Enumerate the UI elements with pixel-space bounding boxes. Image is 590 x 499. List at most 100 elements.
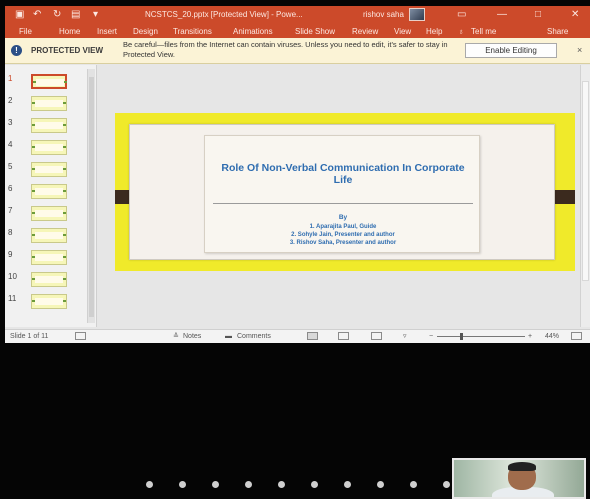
page-dot[interactable] <box>212 481 219 488</box>
ribbon-display-options-icon[interactable]: ▭ <box>457 9 466 20</box>
slide-thumbnail[interactable]: 2 <box>5 93 85 115</box>
slide-number: 11 <box>8 294 17 303</box>
slide-thumbnail-image[interactable] <box>31 96 67 111</box>
close-bar-icon[interactable]: × <box>577 45 582 55</box>
slide-thumbnail-image[interactable] <box>31 228 67 243</box>
thumbnail-card <box>35 298 63 305</box>
slide-thumbnail[interactable]: 6 <box>5 181 85 203</box>
undo-icon[interactable]: ↶ <box>33 10 41 20</box>
page-dot[interactable] <box>443 481 450 488</box>
tab-design[interactable]: Design <box>133 26 158 37</box>
presenter-hair <box>508 462 536 471</box>
enable-editing-button[interactable]: Enable Editing <box>465 43 557 58</box>
slide-thumbnail[interactable]: 9 <box>5 247 85 269</box>
save-icon[interactable]: ▣ <box>15 10 24 20</box>
maximize-icon[interactable]: □ <box>535 9 541 20</box>
page-dot[interactable] <box>146 481 153 488</box>
slideshow-view-icon[interactable]: ▿ <box>403 332 407 341</box>
slideshow-start-icon[interactable]: ▤ <box>71 10 80 20</box>
thumbnails-scroll-thumb[interactable] <box>89 77 94 317</box>
slide-number: 5 <box>8 162 13 171</box>
customize-toolbar-icon[interactable]: ▾ <box>93 10 98 20</box>
tab-home[interactable]: Home <box>59 26 80 37</box>
author-line[interactable]: 2. Sohyle Jain, Presenter and author <box>215 231 471 239</box>
page-dot[interactable] <box>179 481 186 488</box>
tab-transitions[interactable]: Transitions <box>173 26 212 37</box>
slide-title[interactable]: Role Of Non-Verbal Communication In Corp… <box>215 162 471 186</box>
slide-thumbnail-image[interactable] <box>31 250 67 265</box>
tab-help[interactable]: Help <box>426 26 442 37</box>
slide-thumbnail-image[interactable] <box>31 140 67 155</box>
reading-view-icon[interactable] <box>371 332 382 340</box>
tab-animations[interactable]: Animations <box>233 26 273 37</box>
notes-icon[interactable]: ≙ <box>173 332 179 341</box>
notes-button[interactable]: Notes <box>183 332 201 341</box>
minimize-icon[interactable]: — <box>497 9 507 20</box>
normal-view-icon[interactable] <box>307 332 318 340</box>
author-line[interactable]: 3. Rishov Saha, Presenter and author <box>215 239 471 247</box>
slide-thumbnail-image[interactable] <box>31 184 67 199</box>
thumbnail-card <box>35 166 63 173</box>
authors-heading[interactable]: By <box>215 214 471 222</box>
slide-thumbnail-image[interactable] <box>31 74 67 89</box>
comments-icon[interactable]: ▬ <box>225 332 232 341</box>
thumbnail-card <box>35 276 63 283</box>
slide-thumbnail[interactable]: 10 <box>5 269 85 291</box>
protected-view-bar: ! PROTECTED VIEW Be careful—files from t… <box>5 38 590 64</box>
thumbnail-card <box>35 210 63 217</box>
webcam-video[interactable] <box>452 458 586 499</box>
zoom-slider-knob[interactable] <box>460 333 463 340</box>
slide-scrollbar[interactable] <box>580 65 590 327</box>
tab-view[interactable]: View <box>394 26 411 37</box>
slide-thumbnail[interactable]: 5 <box>5 159 85 181</box>
fit-to-window-icon[interactable] <box>571 332 582 340</box>
tab-slide-show[interactable]: Slide Show <box>295 26 335 37</box>
page-indicator <box>140 481 460 491</box>
slide-thumbnail[interactable]: 3 <box>5 115 85 137</box>
author-line[interactable]: 1. Aparajita Paul, Guide <box>215 223 471 231</box>
page-dot[interactable] <box>377 481 384 488</box>
thumbnail-card <box>35 188 63 195</box>
zoom-slider[interactable] <box>437 336 525 337</box>
slide-thumbnail[interactable]: 1 <box>5 71 85 93</box>
slide-thumbnail[interactable]: 8 <box>5 225 85 247</box>
zoom-level[interactable]: 44% <box>545 332 559 341</box>
comments-button[interactable]: Comments <box>237 332 271 341</box>
slide-canvas[interactable]: Role Of Non-Verbal Communication In Corp… <box>115 113 575 271</box>
slide-thumbnail[interactable]: 7 <box>5 203 85 225</box>
user-avatar[interactable] <box>409 8 425 21</box>
thumbnails-scrollbar[interactable] <box>87 69 95 323</box>
slide-thumbnail-image[interactable] <box>31 118 67 133</box>
page-dot[interactable] <box>245 481 252 488</box>
user-name[interactable]: rishov saha <box>363 10 404 20</box>
slide-scroll-thumb[interactable] <box>582 81 589 281</box>
slide-number: 1 <box>8 74 13 83</box>
page-dot[interactable] <box>344 481 351 488</box>
redo-icon[interactable]: ↻ <box>53 10 61 20</box>
slide-thumbnail-image[interactable] <box>31 294 67 309</box>
powerpoint-window: ▣ ↶ ↻ ▤ ▾ NCSTCS_20.pptx [Protected View… <box>5 6 590 343</box>
thumbnail-card <box>35 100 63 107</box>
page-dot[interactable] <box>278 481 285 488</box>
protected-view-title: PROTECTED VIEW <box>31 46 104 55</box>
tab-file[interactable]: File <box>19 26 32 37</box>
share-button[interactable]: Share <box>547 26 568 37</box>
tell-me-search[interactable]: Tell me <box>471 26 496 37</box>
tab-insert[interactable]: Insert <box>97 26 117 37</box>
slide-thumbnail-image[interactable] <box>31 272 67 287</box>
zoom-out-button[interactable]: − <box>429 332 433 341</box>
slide-thumbnail-image[interactable] <box>31 162 67 177</box>
page-dot[interactable] <box>410 481 417 488</box>
slide-sorter-icon[interactable] <box>338 332 349 340</box>
zoom-in-button[interactable]: + <box>528 332 532 341</box>
slide-thumbnail[interactable]: 4 <box>5 137 85 159</box>
tab-review[interactable]: Review <box>352 26 378 37</box>
slide-thumbnail[interactable]: 11 <box>5 291 85 313</box>
thumbnail-card <box>35 144 63 151</box>
close-icon[interactable]: ✕ <box>571 9 579 20</box>
thumbnail-card <box>35 232 63 239</box>
page-dot[interactable] <box>311 481 318 488</box>
spellcheck-icon[interactable] <box>75 332 86 340</box>
thumbnail-card <box>35 254 63 261</box>
slide-thumbnail-image[interactable] <box>31 206 67 221</box>
